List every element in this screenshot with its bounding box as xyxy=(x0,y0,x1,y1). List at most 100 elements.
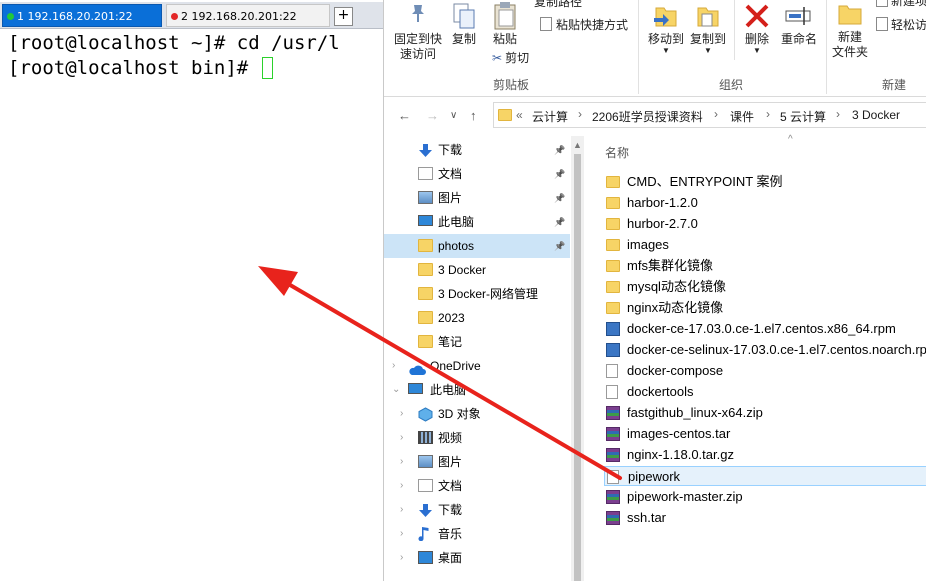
expand-chevron-icon[interactable]: › xyxy=(400,474,403,498)
nav-item[interactable]: 图片 📌 xyxy=(384,186,570,210)
breadcrumb-item[interactable]: 云计算 xyxy=(532,108,568,125)
file-row[interactable]: images-centos.tar xyxy=(604,424,926,444)
tab-number: 1 xyxy=(17,10,24,23)
new-group-label: 新建 xyxy=(882,78,907,92)
file-name: nginx动态化镜像 xyxy=(627,300,724,315)
nav-item[interactable]: › 3D 对象 xyxy=(384,402,570,426)
breadcrumb-item[interactable]: 课件 xyxy=(730,108,754,125)
expand-chevron-icon[interactable]: › xyxy=(400,402,403,426)
nav-item[interactable]: photos 📌 xyxy=(384,234,570,258)
file-row[interactable]: fastgithub_linux-x64.zip xyxy=(604,403,926,423)
new-folder-button[interactable]: 新建 文件夹 xyxy=(830,0,870,60)
scrollbar-thumb[interactable] xyxy=(574,154,581,581)
recent-locations-button[interactable]: ∨ xyxy=(450,110,457,121)
file-row[interactable]: mfs集群化镜像 xyxy=(604,256,926,276)
nav-item[interactable]: › 视频 xyxy=(384,426,570,450)
nav-item[interactable]: 3 Docker xyxy=(384,258,570,282)
nav-item[interactable]: › OneDrive xyxy=(384,354,570,378)
file-row[interactable]: images xyxy=(604,235,926,255)
breadcrumb-overflow[interactable]: « xyxy=(516,108,523,122)
file-name: docker-ce-selinux-17.03.0.ce-1.el7.cento… xyxy=(627,342,926,357)
3d-objects-icon xyxy=(418,406,433,422)
nav-item[interactable]: 2023 xyxy=(384,306,570,330)
nav-item[interactable]: 此电脑 📌 xyxy=(384,210,570,234)
terminal-tab-2[interactable]: 2 192.168.20.201:22 xyxy=(166,4,330,27)
file-row[interactable]: docker-ce-17.03.0.ce-1.el7.centos.x86_64… xyxy=(604,319,926,339)
scroll-up-icon[interactable]: ▲ xyxy=(573,140,582,150)
nav-item[interactable]: › 下载 xyxy=(384,498,570,522)
file-row[interactable]: nginx-1.18.0.tar.gz xyxy=(604,445,926,465)
pin-icon: 📌 xyxy=(554,145,566,155)
terminal-tab-bar: 1 192.168.20.201:22 2 192.168.20.201:22 … xyxy=(0,2,383,29)
easy-access-button[interactable]: 轻松访 xyxy=(876,17,926,33)
expand-chevron-icon[interactable]: › xyxy=(400,450,403,474)
rename-icon xyxy=(785,7,811,25)
nav-item[interactable]: › 文档 xyxy=(384,474,570,498)
copy-button[interactable]: 复制 xyxy=(448,0,480,47)
expand-chevron-icon[interactable]: › xyxy=(400,522,403,546)
file-row[interactable]: pipework xyxy=(604,466,926,486)
file-row[interactable]: ssh.tar xyxy=(604,508,926,528)
move-to-button[interactable]: 移动到 ▼ xyxy=(646,0,686,55)
cut-label: 剪切 xyxy=(505,51,530,65)
up-button[interactable]: ↑ xyxy=(470,108,477,123)
nav-item-label: 文档 xyxy=(438,167,463,181)
nav-item[interactable]: › 音乐 xyxy=(384,522,570,546)
column-header-name[interactable]: 名称 xyxy=(605,144,629,161)
terminal-cursor xyxy=(261,57,273,79)
terminal-tab-1[interactable]: 1 192.168.20.201:22 xyxy=(2,4,162,27)
navigation-pane: 下载 📌 文档 📌 图片 📌 此电脑 📌 photos 📌 3 Docker 3 Docker-网络管… xyxy=(384,136,571,581)
cut-button[interactable]: ✂ 剪切 xyxy=(492,51,529,66)
file-row[interactable]: hurbor-2.7.0 xyxy=(604,214,926,234)
file-row[interactable]: docker-ce-selinux-17.03.0.ce-1.el7.cento… xyxy=(604,340,926,360)
paste-shortcut-button[interactable]: 粘贴快捷方式 xyxy=(540,17,628,33)
rename-button[interactable]: 重命名 xyxy=(778,0,820,47)
copy-to-button[interactable]: 复制到 ▼ xyxy=(688,0,728,55)
pictures-icon xyxy=(418,191,433,204)
nav-item-label: 文档 xyxy=(438,479,463,493)
paste-button[interactable]: 粘贴 xyxy=(488,0,522,47)
expanded-chevron-icon[interactable]: ⌄ xyxy=(392,378,400,402)
scissors-icon: ✂ xyxy=(492,51,503,65)
chevron-down-icon: ▼ xyxy=(753,46,761,55)
delete-x-icon xyxy=(745,4,769,28)
file-row[interactable]: docker-compose xyxy=(604,361,926,381)
expand-chevron-icon[interactable]: › xyxy=(400,426,403,450)
file-row[interactable]: CMD、ENTRYPOINT 案例 xyxy=(604,172,926,192)
file-row[interactable]: mysql动态化镜像 xyxy=(604,277,926,297)
expand-chevron-icon[interactable]: › xyxy=(400,546,403,570)
connected-status-icon xyxy=(7,13,14,20)
new-item-button[interactable]: 新建项 xyxy=(876,0,926,9)
breadcrumb-item[interactable]: 5 云计算 xyxy=(780,108,826,125)
new-folder-icon xyxy=(838,5,862,25)
nav-item[interactable]: 文档 📌 xyxy=(384,162,570,186)
document-icon xyxy=(418,479,433,492)
pin-quick-access-button[interactable]: 固定到快 速访问 xyxy=(392,0,444,62)
nav-item[interactable]: 3 Docker-网络管理 xyxy=(384,282,570,306)
file-name: nginx-1.18.0.tar.gz xyxy=(627,447,734,462)
file-row[interactable]: dockertools xyxy=(604,382,926,402)
nav-item[interactable]: › 桌面 xyxy=(384,546,570,570)
nav-item[interactable]: ⌄ 此电脑 xyxy=(384,378,570,402)
delete-button[interactable]: 删除 ▼ xyxy=(740,0,774,55)
breadcrumb-item[interactable]: 3 Docker xyxy=(852,108,900,122)
copy-path-button[interactable]: 复制路径 xyxy=(534,0,582,10)
folder-icon xyxy=(606,281,620,293)
breadcrumb-item[interactable]: 2206班学员授课资料 xyxy=(592,108,703,125)
address-box[interactable]: « 云计算 › 2206班学员授课资料 › 课件 › 5 云计算 › 3 Doc… xyxy=(493,102,926,128)
file-row[interactable]: harbor-1.2.0 xyxy=(604,193,926,213)
add-tab-button[interactable]: + xyxy=(334,7,353,26)
file-row[interactable]: pipework-master.zip xyxy=(604,487,926,507)
forward-button[interactable]: → xyxy=(426,108,439,123)
new-item-label: 新建项 xyxy=(891,0,926,8)
back-button[interactable]: ← xyxy=(398,108,411,123)
file-row[interactable]: nginx动态化镜像 xyxy=(604,298,926,318)
expand-chevron-icon[interactable]: › xyxy=(400,498,403,522)
nav-item[interactable]: 下载 📌 xyxy=(384,138,570,162)
nav-scrollbar[interactable]: ▲ xyxy=(571,136,584,581)
expand-chevron-icon[interactable]: › xyxy=(392,354,395,378)
nav-item-label: 笔记 xyxy=(438,335,463,349)
nav-item[interactable]: 笔记 xyxy=(384,330,570,354)
cloud-icon xyxy=(408,360,426,375)
nav-item[interactable]: › 图片 xyxy=(384,450,570,474)
